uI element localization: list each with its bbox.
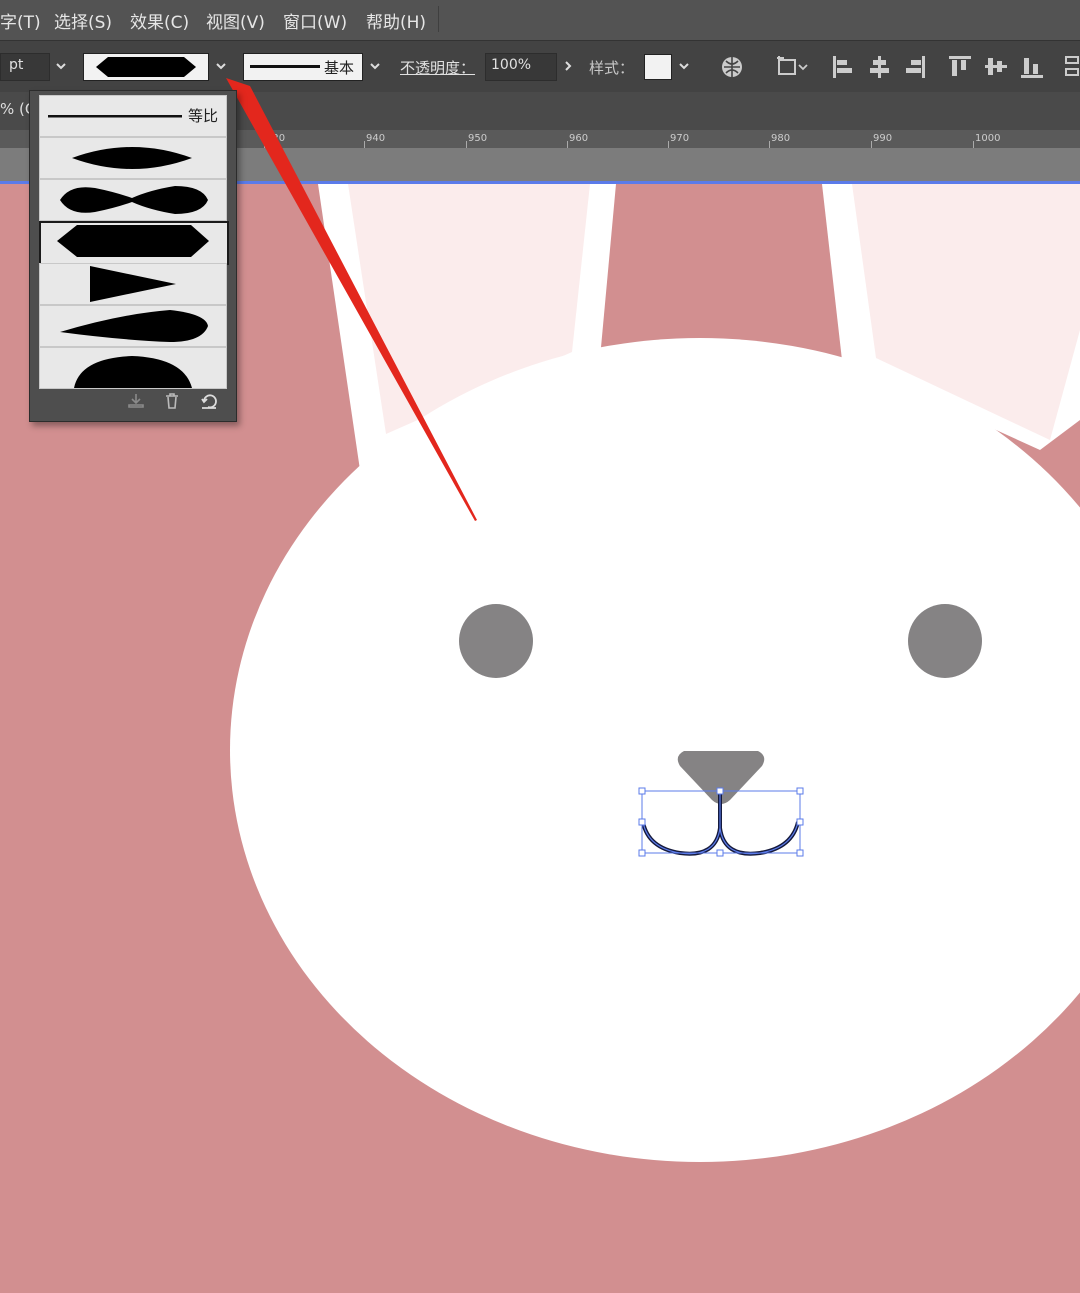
ruler-tick: 980: [771, 133, 791, 144]
style-label: 样式：: [589, 59, 635, 77]
align-bottom-icon[interactable]: [1020, 55, 1044, 83]
profile-option-7[interactable]: [39, 347, 227, 389]
opacity-input[interactable]: 100%: [485, 53, 557, 81]
menu-help[interactable]: 帮助(H): [366, 8, 426, 33]
stroke-unit: pt: [9, 57, 24, 73]
brush-line-preview: [250, 65, 320, 68]
trash-icon[interactable]: [164, 393, 180, 413]
brush-label: 基本: [324, 59, 355, 77]
transform-icon[interactable]: [776, 55, 810, 83]
reset-icon[interactable]: [200, 393, 218, 413]
bunny-face: [230, 338, 1080, 1162]
chevron-right-icon[interactable]: [561, 59, 575, 73]
globe-icon[interactable]: [720, 55, 744, 83]
align-vcenter-icon[interactable]: [984, 55, 1008, 83]
stroke-weight-field[interactable]: pt: [0, 53, 50, 81]
chevron-down-icon[interactable]: [368, 59, 382, 73]
chevron-down-icon[interactable]: [214, 59, 228, 73]
chevron-down-icon[interactable]: [677, 59, 691, 73]
opacity-value: 100%: [491, 57, 532, 73]
chevron-down-icon[interactable]: [54, 59, 68, 73]
profile-option-2[interactable]: [39, 137, 227, 179]
control-bar: pt 基本 不透明度： 100% 样式：: [0, 40, 1080, 93]
profile-label-uniform: 等比: [188, 107, 219, 125]
menu-effect[interactable]: 效果(C): [130, 8, 189, 33]
ruler-tick: 960: [569, 133, 589, 144]
graphic-style-swatch[interactable]: [644, 54, 672, 80]
save-icon[interactable]: [127, 393, 145, 413]
ruler-mark: [668, 141, 669, 148]
menu-view[interactable]: 视图(V): [206, 8, 265, 33]
ruler-tick: 990: [873, 133, 893, 144]
right-eye: [908, 604, 982, 678]
distribute-icon[interactable]: [1064, 55, 1080, 83]
brush-definition-field[interactable]: 基本: [243, 53, 363, 81]
align-left-icon[interactable]: [832, 55, 854, 83]
profile-option-3[interactable]: [39, 179, 227, 221]
profile-option-6[interactable]: [39, 305, 227, 347]
align-hcenter-icon[interactable]: [868, 55, 890, 83]
ruler-tick: 920: [266, 133, 286, 144]
menu-divider: [438, 6, 439, 32]
ruler-mark: [871, 141, 872, 148]
width-profile-dropdown: 等比: [29, 90, 237, 422]
menu-type[interactable]: 字(T): [0, 8, 41, 33]
profile-option-4-selected[interactable]: [39, 221, 229, 265]
ruler-tick: 950: [468, 133, 488, 144]
menu-window[interactable]: 窗口(W): [283, 8, 347, 33]
ruler-mark: [973, 141, 974, 148]
align-right-icon[interactable]: [904, 55, 926, 83]
ruler-tick: 940: [366, 133, 386, 144]
profile-option-5[interactable]: [39, 263, 227, 305]
ruler-mark: [264, 141, 265, 148]
opacity-label[interactable]: 不透明度：: [400, 57, 475, 78]
ruler-mark: [466, 141, 467, 148]
left-eye: [459, 604, 533, 678]
ruler-mark: [567, 141, 568, 148]
align-top-icon[interactable]: [948, 55, 972, 83]
menu-bar: 字(T) 选择(S) 效果(C) 视图(V) 窗口(W) 帮助(H): [0, 0, 1080, 40]
ruler-tick: 1000: [975, 133, 1001, 144]
ruler-mark: [364, 141, 365, 148]
profile-option-uniform[interactable]: 等比: [39, 95, 227, 137]
width-profile-preview: [96, 57, 196, 77]
ruler-mark: [769, 141, 770, 148]
menu-select[interactable]: 选择(S): [54, 8, 112, 33]
variable-width-profile-field[interactable]: [83, 53, 209, 81]
ruler-tick: 970: [670, 133, 690, 144]
